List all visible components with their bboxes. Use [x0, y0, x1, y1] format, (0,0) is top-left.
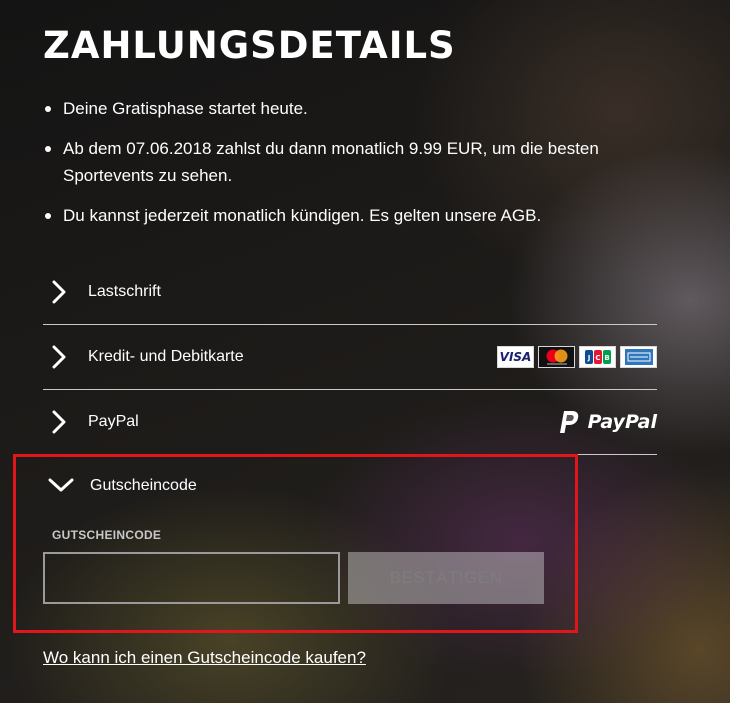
info-list: Deine Gratisphase startet heute. Ab dem …: [43, 95, 657, 242]
info-item: Deine Gratisphase startet heute.: [43, 95, 657, 122]
buy-voucher-link[interactable]: Wo kann ich einen Gutscheincode kaufen?: [43, 648, 366, 668]
mastercard-logo: [538, 346, 575, 368]
chevron-right-icon: [47, 345, 71, 369]
confirm-voucher-button[interactable]: BESTÄTIGEN: [348, 552, 544, 604]
payment-method-paypal[interactable]: PayPal PayPal: [43, 389, 657, 454]
card-logos: VISA J C B: [497, 346, 657, 368]
voucher-code-input[interactable]: [43, 552, 340, 604]
info-item: Du kannst jederzeit monatlich kündigen. …: [43, 202, 657, 229]
voucher-field-label: GUTSCHEINCODE: [52, 528, 162, 542]
payment-method-label: PayPal: [88, 413, 139, 430]
voucher-label: Gutscheincode: [90, 477, 197, 494]
paypal-logo: PayPal: [558, 410, 657, 434]
payment-method-card[interactable]: Kredit- und Debitkarte VISA J C B: [43, 324, 657, 389]
visa-logo: VISA: [497, 346, 534, 368]
svg-text:C: C: [595, 354, 600, 362]
paypal-icon: [559, 411, 578, 433]
payment-method-lastschrift[interactable]: Lastschrift: [43, 260, 657, 324]
chevron-down-icon: [47, 474, 75, 498]
payment-method-label: Lastschrift: [88, 283, 161, 300]
payment-method-label: Kredit- und Debitkarte: [88, 348, 244, 365]
chevron-right-icon: [47, 280, 71, 304]
payment-method-voucher[interactable]: Gutscheincode: [43, 456, 197, 516]
chevron-right-icon: [47, 410, 71, 434]
info-item: Ab dem 07.06.2018 zahlst du dann monatli…: [43, 135, 657, 189]
svg-text:J: J: [586, 354, 590, 362]
page-title: ZAHLUNGSDETAILS: [43, 24, 456, 67]
amex-logo: [620, 346, 657, 368]
svg-text:B: B: [604, 354, 609, 362]
jcb-logo: J C B: [579, 346, 616, 368]
